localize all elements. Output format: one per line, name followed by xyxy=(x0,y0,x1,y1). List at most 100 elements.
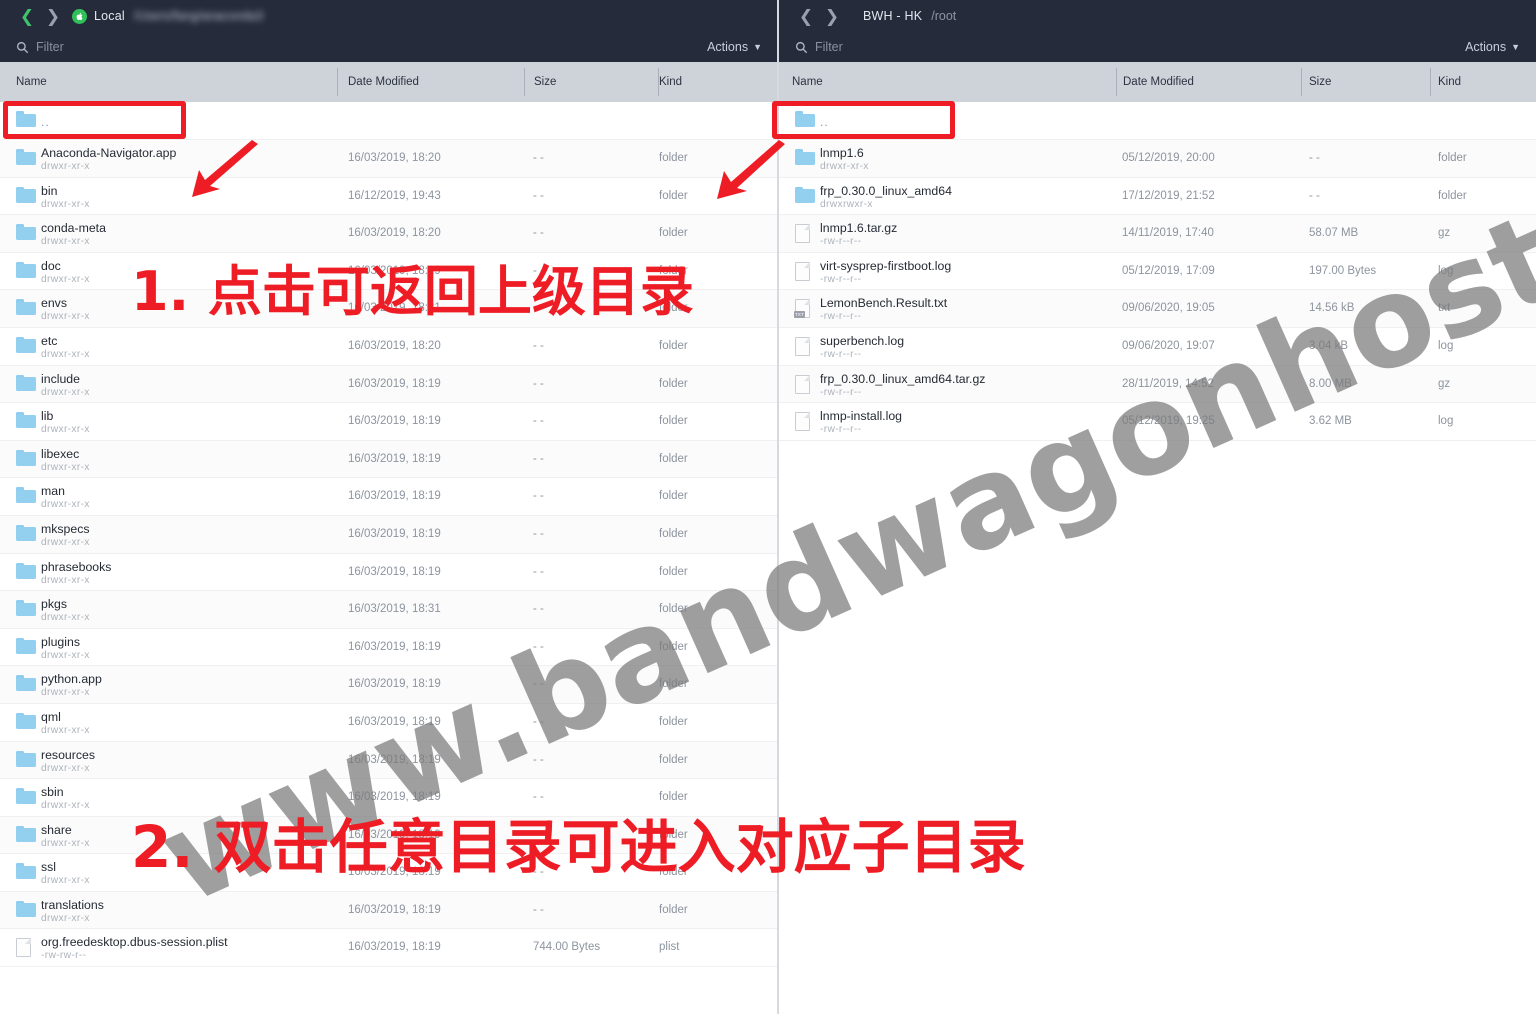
file-kind: log xyxy=(1438,339,1454,352)
file-date-modified: 16/03/2019, 18:19 xyxy=(348,791,441,804)
file-kind: folder xyxy=(1438,189,1467,202)
column-divider[interactable] xyxy=(337,68,338,96)
column-header-size[interactable]: Size xyxy=(1309,76,1331,88)
local-filter-input[interactable] xyxy=(36,40,256,54)
file-name: .. xyxy=(41,115,50,129)
table-row[interactable]: phrasebooks drwxr-xr-x 16/03/2019, 18:19 - … xyxy=(0,554,778,592)
table-row[interactable]: .. xyxy=(779,102,1536,140)
column-header-kind[interactable]: Kind xyxy=(659,76,682,88)
file-permissions: drwxr-xr-x xyxy=(41,311,90,323)
file-icon xyxy=(795,336,815,356)
file-name: include xyxy=(41,371,80,386)
file-kind: folder xyxy=(659,715,688,728)
file-permissions: drwxr-xr-x xyxy=(41,348,90,360)
local-file-list[interactable]: .. Anaconda-Navigator.app drwxr-xr-x 16/03/… xyxy=(0,102,778,1014)
table-row[interactable]: lnmp1.6 drwxr-xr-x 05/12/2019, 20:00 - - fol… xyxy=(779,140,1536,178)
table-row[interactable]: frp_0.30.0_linux_amd64.tar.gz -rw-r--r-- 2… xyxy=(779,365,1536,404)
folder-icon xyxy=(16,712,36,732)
column-divider[interactable] xyxy=(1116,68,1117,96)
folder-icon xyxy=(16,600,36,619)
chevron-down-icon: ▼ xyxy=(753,42,762,52)
search-icon xyxy=(795,41,808,54)
remote-host-label[interactable]: BWH - HK xyxy=(863,9,922,23)
column-header-date-modified[interactable]: Date Modified xyxy=(348,76,419,88)
table-row[interactable]: envs drwxr-xr-x 16/03/2019, 18:31 - - folder xyxy=(0,290,778,328)
table-row[interactable]: mkspecs drwxr-xr-x 16/03/2019, 18:19 - - fol… xyxy=(0,515,778,554)
back-icon[interactable]: ❮ xyxy=(14,8,40,25)
table-row[interactable]: conda-meta drwxr-xr-x 16/03/2019, 18:20 - -… xyxy=(0,215,778,253)
column-header-kind[interactable]: Kind xyxy=(1438,76,1461,88)
table-row[interactable]: frp_0.30.0_linux_amd64 drwxrwxr-x 17/12/20… xyxy=(779,178,1536,216)
remote-file-list[interactable]: .. lnmp1.6 drwxr-xr-x 05/12/2019, 20:00- -f… xyxy=(779,102,1536,1014)
folder-icon xyxy=(16,900,36,920)
file-name: plugins xyxy=(41,634,80,649)
file-kind: folder xyxy=(1438,152,1467,164)
table-row[interactable]: TXT LemonBench.Result.txt -rw-r--r-- 09/06/… xyxy=(779,290,1536,328)
table-row[interactable]: man drwxr-xr-x 16/03/2019, 18:19 - - folder xyxy=(0,478,778,516)
table-row[interactable]: bin drwxr-xr-x 16/12/2019, 19:43 - - folder xyxy=(0,178,778,216)
table-row[interactable]: share drwxr-xr-x 16/03/2019, 18:19 - - folde… xyxy=(0,816,778,855)
local-actions-button[interactable]: Actions ▼ xyxy=(707,40,762,54)
table-row[interactable]: libexec drwxr-xr-x 16/03/2019, 18:19 - - fol… xyxy=(0,440,778,479)
remote-path[interactable]: /root xyxy=(931,9,956,23)
file-name: pkgs xyxy=(41,597,67,612)
file-kind: gz xyxy=(1438,377,1451,390)
file-kind: folder xyxy=(659,527,688,540)
table-row[interactable]: translations drwxr-xr-x 16/03/2019, 18:19 -… xyxy=(0,891,778,930)
file-size: 14.56 kB xyxy=(1309,302,1355,315)
back-icon[interactable]: ❮ xyxy=(793,8,819,25)
file-size: - - xyxy=(533,903,544,916)
remote-filter-input[interactable] xyxy=(815,40,1035,54)
table-row[interactable]: etc drwxr-xr-x 16/03/2019, 18:20 - - folder xyxy=(0,328,778,366)
local-path[interactable]: /Users/fang/anaconda3 xyxy=(134,9,263,23)
table-row[interactable]: lib drwxr-xr-x 16/03/2019, 18:19 - - folder xyxy=(0,403,778,441)
forward-icon[interactable]: ❯ xyxy=(40,8,66,25)
file-date-modified: 16/03/2019, 18:19 xyxy=(348,640,441,653)
pane-divider[interactable] xyxy=(777,0,778,1014)
folder-icon xyxy=(16,149,36,168)
table-row[interactable]: virt-sysprep-firstboot.log -rw-r--r-- 05/1… xyxy=(779,253,1536,291)
table-row[interactable]: Anaconda-Navigator.app drwxr-xr-x 16/03/20… xyxy=(0,140,778,178)
table-row[interactable]: superbench.log -rw-r--r-- 09/06/2020, 19:0… xyxy=(779,328,1536,366)
file-date-modified: 16/03/2019, 18:19 xyxy=(348,903,441,916)
forward-icon[interactable]: ❯ xyxy=(819,8,845,25)
table-row[interactable]: lnmp-install.log -rw-r--r-- 05/12/2019, 19… xyxy=(779,403,1536,441)
file-size: - - xyxy=(533,189,544,202)
file-kind: folder xyxy=(659,678,688,691)
remote-actions-button[interactable]: Actions ▼ xyxy=(1465,40,1520,54)
folder-icon xyxy=(16,111,36,130)
table-row[interactable]: lnmp1.6.tar.gz -rw-r--r-- 14/11/2019, 17:4… xyxy=(779,215,1536,253)
local-host-label[interactable]: Local xyxy=(94,9,125,23)
file-kind: log xyxy=(1438,264,1454,277)
table-row[interactable]: doc drwxr-xr-x 16/03/2019, 18:19 - - folder xyxy=(0,253,778,291)
column-divider[interactable] xyxy=(1301,68,1302,96)
table-row[interactable]: python.app drwxr-xr-x 16/03/2019, 18:19 - -… xyxy=(0,666,778,704)
table-row[interactable]: ssl drwxr-xr-x 16/03/2019, 18:19 - - folder xyxy=(0,854,778,892)
remote-filter-row: Actions ▼ xyxy=(779,32,1536,62)
file-size: 197.00 Bytes xyxy=(1309,264,1377,277)
file-date-modified: 16/03/2019, 18:19 xyxy=(348,452,441,465)
file-permissions: drwxr-xr-x xyxy=(41,762,90,774)
table-row[interactable]: resources drwxr-xr-x 16/03/2019, 18:19 - - f… xyxy=(0,741,778,780)
column-header-size[interactable]: Size xyxy=(534,76,556,88)
column-header-name[interactable]: Name xyxy=(792,76,823,88)
file-date-modified: 16/03/2019, 18:19 xyxy=(348,715,441,728)
file-permissions: -rw-r--r-- xyxy=(820,236,862,248)
folder-icon xyxy=(16,186,36,206)
table-row[interactable]: sbin drwxr-xr-x 16/03/2019, 18:19 - - folder xyxy=(0,779,778,817)
table-row[interactable]: org.freedesktop.dbus-session.plist -rw-rw… xyxy=(0,929,778,968)
column-header-date-modified[interactable]: Date Modified xyxy=(1123,76,1194,88)
table-row[interactable]: qml drwxr-xr-x 16/03/2019, 18:19 - - folder xyxy=(0,704,778,742)
table-row[interactable]: include drwxr-xr-x 16/03/2019, 18:19 - - fol… xyxy=(0,365,778,404)
file-size: - - xyxy=(533,452,544,465)
folder-icon xyxy=(16,412,36,431)
file-kind: folder xyxy=(659,377,688,390)
table-row[interactable]: pkgs drwxr-xr-x 16/03/2019, 18:31 - - folder xyxy=(0,591,778,629)
column-divider[interactable] xyxy=(524,68,525,96)
column-divider[interactable] xyxy=(1430,68,1431,96)
file-permissions: drwxr-xr-x xyxy=(41,837,90,849)
file-permissions: drwxr-xr-x xyxy=(41,273,90,285)
table-row[interactable]: plugins drwxr-xr-x 16/03/2019, 18:19 - - fol… xyxy=(0,629,778,667)
column-header-name[interactable]: Name xyxy=(16,76,47,88)
table-row[interactable]: .. xyxy=(0,102,778,140)
